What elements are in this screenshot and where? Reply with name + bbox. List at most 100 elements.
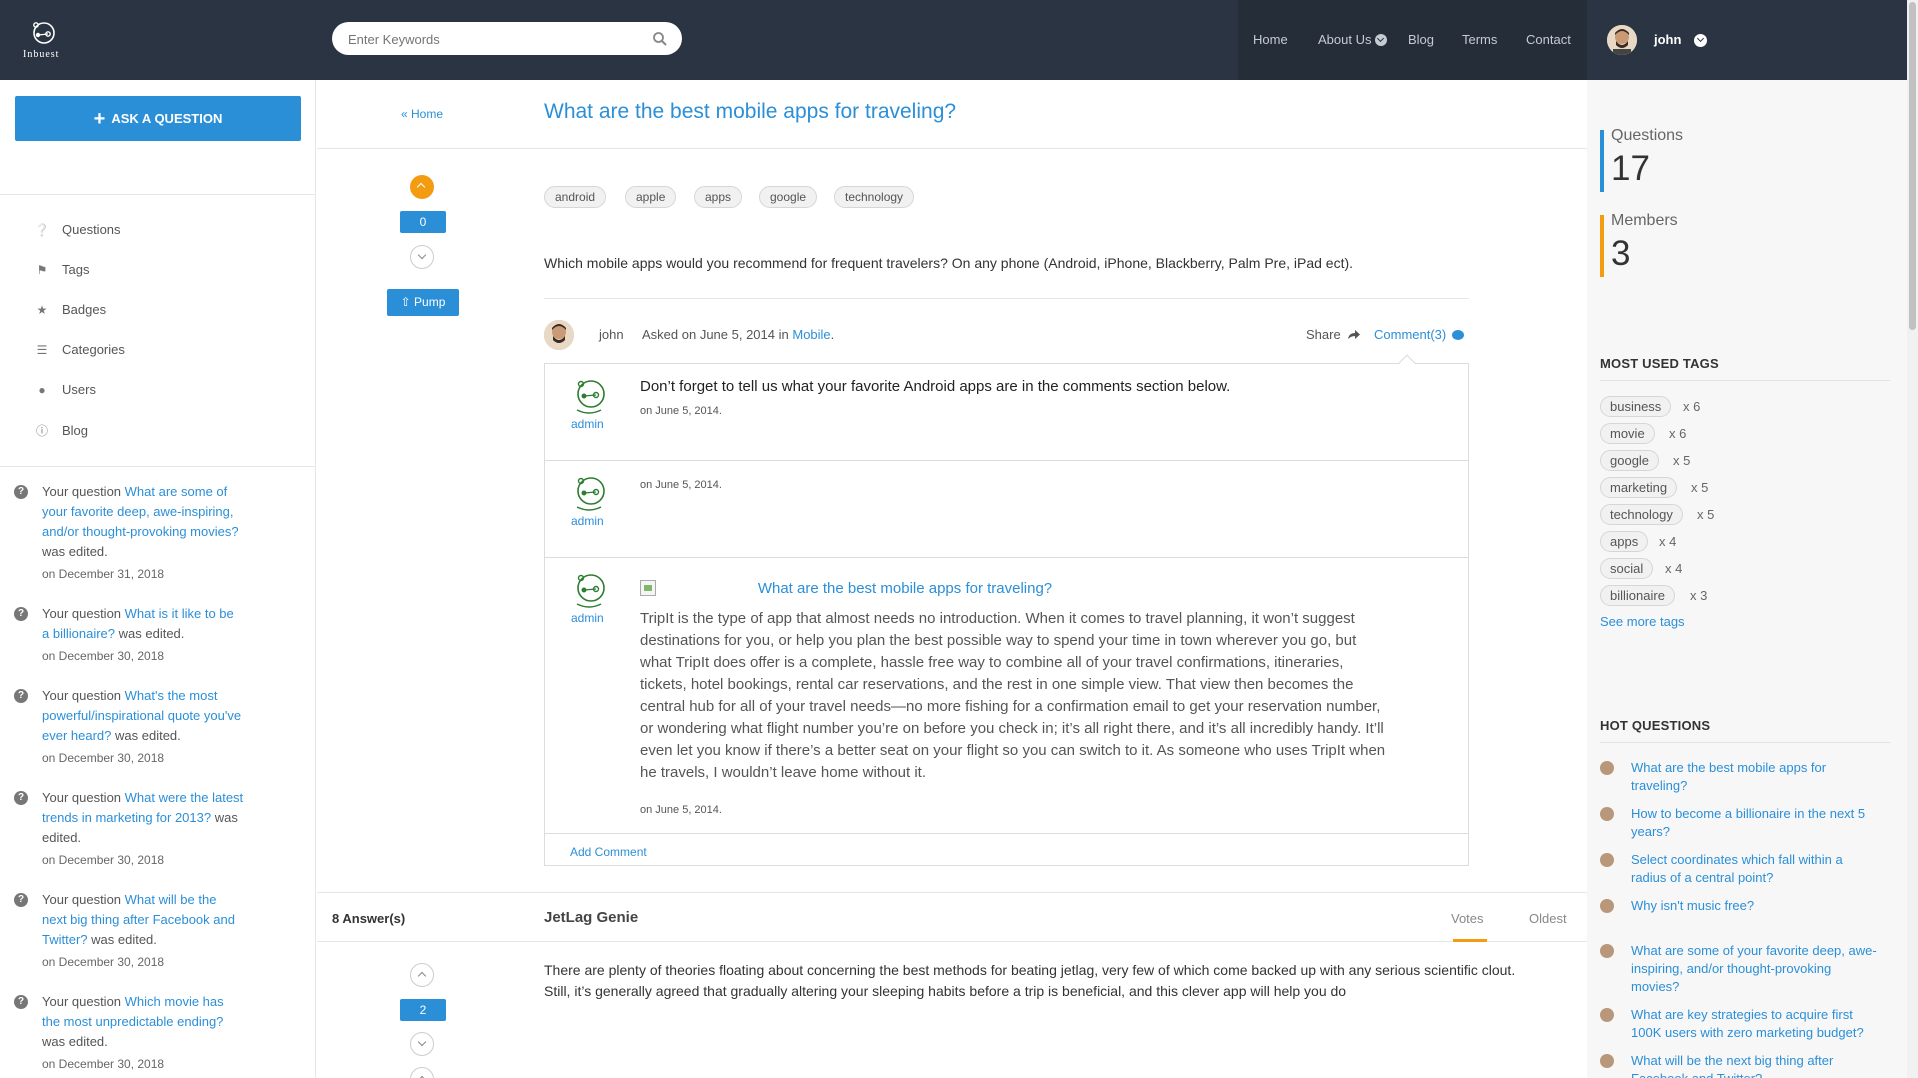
avatar[interactable] <box>544 320 574 350</box>
tag-chip[interactable]: google <box>1600 450 1660 471</box>
tag-chip[interactable]: marketing <box>1600 477 1678 498</box>
divider <box>317 148 1587 149</box>
tag-chip[interactable]: business <box>1600 396 1672 417</box>
tag-count: x 3 <box>1690 588 1708 603</box>
avatar[interactable] <box>1607 25 1637 55</box>
activity-date: on December 30, 2018 <box>42 955 165 969</box>
sidebar-item-users[interactable]: ● Users <box>34 382 96 397</box>
comment-user[interactable]: admin <box>571 514 604 528</box>
nav-contact[interactable]: Contact <box>1526 32 1571 47</box>
question-tag[interactable]: apps <box>694 186 743 208</box>
sidebar-item-questions[interactable]: ❔ Questions <box>34 222 121 237</box>
author-avatar-icon <box>544 320 574 350</box>
vote-down-button[interactable] <box>410 245 434 269</box>
breadcrumb[interactable]: « Home <box>401 107 443 121</box>
ask-question-button[interactable]: + ASK A QUESTION <box>15 96 301 141</box>
hot-question-link[interactable]: Why isn't music free? <box>1631 897 1880 915</box>
activity-item: ? Your question What are some of your fa… <box>14 482 244 584</box>
asked-date: Asked on June 5, 2014 in <box>642 327 789 342</box>
tag-chip[interactable]: social <box>1600 558 1654 579</box>
nav-home[interactable]: Home <box>1253 32 1288 47</box>
vote-down-button[interactable] <box>410 1032 434 1056</box>
share-button[interactable]: Share <box>1306 327 1360 342</box>
active-tab-indicator <box>1453 939 1487 942</box>
user-avatar-icon <box>1607 25 1637 55</box>
avatar <box>1600 944 1614 958</box>
hot-question-link[interactable]: How to become a billionaire in the next … <box>1631 805 1880 841</box>
search-icon[interactable] <box>652 31 668 47</box>
accept-answer-button[interactable] <box>410 1067 434 1078</box>
tag-chip[interactable]: apps <box>1600 531 1649 552</box>
activity-suffix: was edited. <box>42 544 108 559</box>
avatar <box>1600 761 1614 775</box>
question-tag[interactable]: apple <box>625 186 677 208</box>
chevron-up-icon <box>417 971 427 981</box>
share-icon <box>1347 330 1360 339</box>
pump-button[interactable]: ⇧ Pump <box>387 289 459 316</box>
question-circle-icon: ? <box>14 689 28 703</box>
question-tag[interactable]: technology <box>834 186 915 208</box>
tag-chip[interactable]: technology <box>1600 504 1683 525</box>
nav-terms[interactable]: Terms <box>1462 32 1497 47</box>
page-scrollbar[interactable] <box>1907 0 1918 1078</box>
user-name[interactable]: john <box>1654 32 1681 47</box>
activity-suffix: was edited. <box>118 626 185 641</box>
tab-votes[interactable]: Votes <box>1451 911 1484 926</box>
question-tag[interactable]: android <box>544 186 607 208</box>
scroll-thumb[interactable] <box>1909 2 1916 330</box>
avatar <box>1600 899 1614 913</box>
logo-icon <box>33 22 55 44</box>
site-logo[interactable]: Inbuest <box>22 20 88 62</box>
comment-item: admin on June 5, 2014. <box>545 461 1468 558</box>
chevron-down-icon[interactable] <box>1694 34 1707 47</box>
answer-count: 8 Answer(s) <box>332 911 406 926</box>
hot-question-link[interactable]: Select coordinates which fall within a r… <box>1631 851 1880 887</box>
hot-question-link[interactable]: What will be the next big thing after Fa… <box>1631 1052 1880 1078</box>
hot-question-link[interactable]: What are key strategies to acquire first… <box>1631 1006 1880 1042</box>
vote-up-button[interactable] <box>410 963 434 987</box>
stat-value: 3 <box>1611 234 1631 273</box>
hot-question-link[interactable]: What are some of your favorite deep, awe… <box>1631 942 1880 996</box>
divider <box>0 466 316 467</box>
stat-accent <box>1600 130 1604 192</box>
activity-item: ? Your question What were the latest tre… <box>14 788 244 870</box>
comment-date: on June 5, 2014. <box>640 479 722 491</box>
sidebar-item-tags[interactable]: ⚑ Tags <box>34 262 90 277</box>
see-more-tags-link[interactable]: See more tags <box>1600 614 1685 629</box>
admin-avatar-icon[interactable] <box>567 473 611 517</box>
tag-chip[interactable]: billionaire <box>1600 585 1675 606</box>
tag-count: x 5 <box>1691 480 1709 495</box>
admin-avatar-icon[interactable] <box>567 376 611 420</box>
tags-icon: ⚑ <box>36 263 48 277</box>
add-comment-link[interactable]: Add Comment <box>570 845 647 859</box>
comment-user[interactable]: admin <box>571 611 604 625</box>
users-icon: ● <box>38 383 46 397</box>
admin-avatar-icon[interactable] <box>567 570 611 614</box>
activity-prefix: Your question <box>42 484 122 499</box>
comment-user[interactable]: admin <box>571 417 604 431</box>
comment-question-link[interactable]: What are the best mobile apps for travel… <box>640 580 1170 597</box>
question-tag[interactable]: google <box>759 186 818 208</box>
sidebar-item-categories[interactable]: ☰ Categories <box>34 342 125 357</box>
category-link[interactable]: Mobile <box>792 327 830 342</box>
sidebar-item-badges[interactable]: ★ Badges <box>34 302 106 317</box>
activity-item: ? Your question Which movie has the most… <box>14 992 244 1074</box>
sidebar-item-blog[interactable]: ⓘ Blog <box>34 422 88 439</box>
divider <box>0 194 316 195</box>
tab-oldest[interactable]: Oldest <box>1529 911 1567 926</box>
question-circle-icon: ❔ <box>34 223 50 237</box>
hot-question-link[interactable]: What are the best mobile apps for travel… <box>1631 759 1880 795</box>
comment-text: Don’t forget to tell us what your favori… <box>640 378 1231 395</box>
author-name[interactable]: john <box>599 327 624 342</box>
activity-suffix: was edited. <box>91 932 157 947</box>
comments-panel: admin Don’t forget to tell us what your … <box>544 354 1469 866</box>
tag-chip[interactable]: movie <box>1600 423 1655 444</box>
activity-item: ? Your question What will be the next bi… <box>14 890 244 972</box>
search-input[interactable] <box>348 30 638 48</box>
comment-toggle[interactable]: Comment(3) <box>1374 327 1465 342</box>
nav-about-us[interactable]: About Us <box>1318 32 1388 47</box>
nav-blog[interactable]: Blog <box>1408 32 1434 47</box>
activity-item: ? Your question What's the most powerful… <box>14 686 244 768</box>
vote-up-button[interactable] <box>410 175 434 199</box>
arrow-up-icon: ⇧ <box>400 295 415 309</box>
